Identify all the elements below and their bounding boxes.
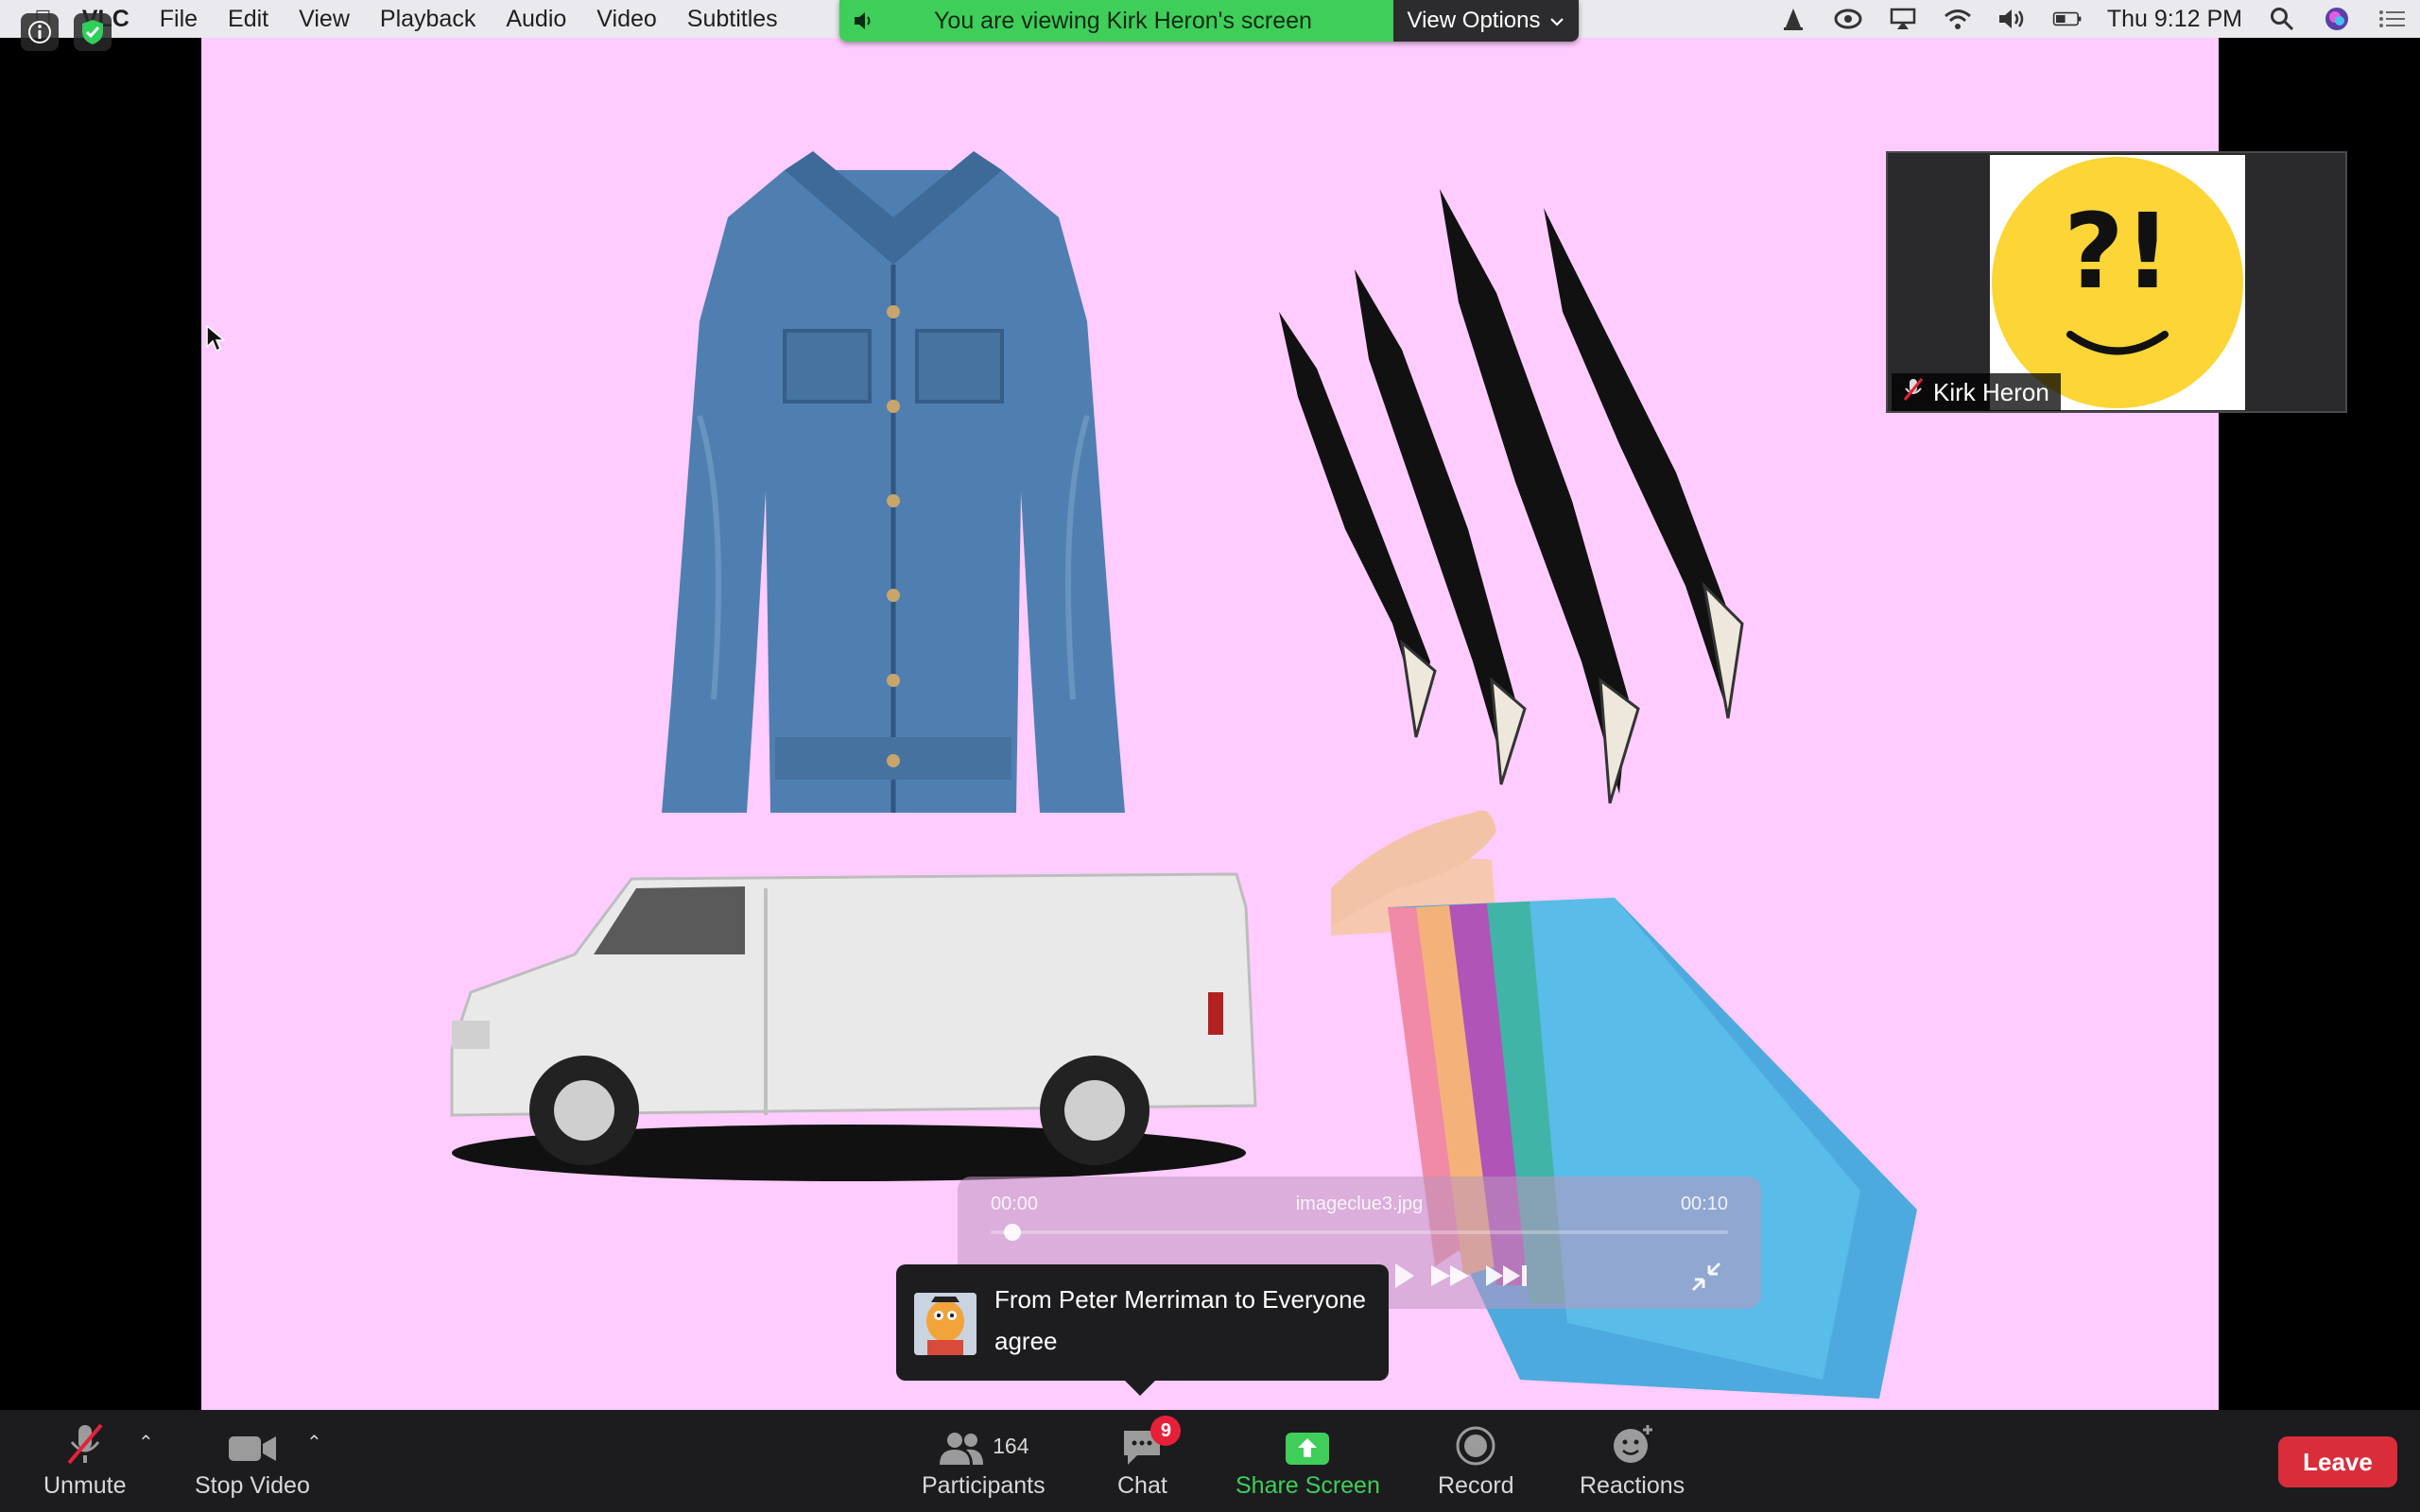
exit-fullscreen-icon[interactable] [1689,1260,1723,1299]
chat-notification-pointer [1125,1381,1155,1396]
fast-forward-icon[interactable] [1429,1260,1475,1297]
record-label: Record [1438,1472,1514,1499]
encryption-shield-icon[interactable] [74,13,112,51]
chat-unread-badge: 9 [1150,1416,1182,1446]
share-screen-label: Share Screen [1236,1472,1380,1499]
record-icon [1455,1421,1496,1467]
participants-icon [940,1433,984,1465]
menu-audio[interactable]: Audio [491,6,581,33]
siri-icon[interactable] [2322,6,2352,32]
participant-name: Kirk Heron [1933,377,2049,406]
share-banner-text: You are viewing Kirk Heron's screen [934,7,1312,34]
menu-edit[interactable]: Edit [213,6,284,33]
chat-button[interactable]: 9 Chat [1117,1416,1182,1500]
chat-icon: 9 [1120,1416,1182,1467]
share-screen-button[interactable]: Share Screen [1236,1421,1380,1500]
denim-jacket-image [643,132,1144,846]
participants-label: Participants [922,1472,1046,1499]
battery-icon[interactable] [2052,6,2083,32]
creative-cloud-icon[interactable] [1833,6,1863,32]
menu-left:  VLC File Edit View Playback Audio Vide… [0,6,793,33]
view-options-button[interactable]: View Options [1393,0,1579,42]
speaker-icon [839,10,890,31]
skip-next-icon[interactable] [1484,1260,1533,1297]
share-screen-icon [1284,1421,1331,1467]
participant-name-tag: Kirk Heron [1892,373,2061,411]
chat-notification[interactable]: From Peter Merriman to Everyone agree [896,1264,1389,1396]
reactions-smiley-icon [1610,1421,1655,1467]
player-seek-knob[interactable] [1004,1224,1022,1241]
player-seek-bar[interactable] [991,1230,1728,1234]
claw-marks-image [1260,132,1789,817]
spotlight-search-icon[interactable] [2267,6,2297,32]
leave-button[interactable]: Leave [2278,1436,2397,1487]
control-center-icon[interactable] [2377,6,2407,32]
menu-status-area: Thu 9:12 PM [1778,0,2407,38]
participants-count: 164 [993,1434,1029,1458]
unmute-button[interactable]: Unmute [43,1421,127,1500]
video-camera-icon [227,1421,278,1467]
volume-icon[interactable] [1997,6,2028,32]
sender-avatar [914,1293,977,1355]
record-button[interactable]: Record [1438,1421,1514,1500]
menu-subtitles[interactable]: Subtitles [672,6,793,33]
menu-file[interactable]: File [145,6,213,33]
meeting-info-icons [21,13,112,51]
chat-label: Chat [1117,1472,1167,1499]
participant-avatar: ?! [1990,155,2245,410]
player-total-time: 00:10 [1680,1194,1728,1214]
menu-clock[interactable]: Thu 9:12 PM [2107,6,2242,33]
audio-options-caret-icon[interactable]: ⌃ [138,1431,154,1454]
menu-view[interactable]: View [284,6,365,33]
vlc-cone-icon[interactable] [1778,6,1808,32]
wifi-icon[interactable] [1943,6,1973,32]
player-transport [1388,1260,1533,1297]
share-banner: You are viewing Kirk Heron's screen View… [839,0,1579,42]
video-options-caret-icon[interactable]: ⌃ [306,1431,322,1454]
chat-sender-line: From Peter Merriman to Everyone [994,1285,1367,1314]
airplay-icon[interactable] [1888,6,1918,32]
participants-button[interactable]: 164 Participants [922,1421,1046,1500]
screen:  VLC File Edit View Playback Audio Vide… [0,0,2420,1512]
muted-mic-icon [1903,377,1924,408]
view-options-label: View Options [1407,8,1541,33]
chat-message: agree [994,1327,1058,1355]
stop-video-button[interactable]: Stop Video [195,1421,310,1500]
avatar-text: ?! [2064,191,2171,312]
meeting-toolbar: Unmute ⌃ Stop Video ⌃ 164 Participants 9… [0,1410,2420,1512]
play-icon[interactable] [1388,1260,1420,1297]
muted-microphone-icon [63,1421,107,1467]
reactions-button[interactable]: Reactions [1580,1421,1685,1500]
white-van-image [433,850,1265,1195]
participants-icon-group: 164 [938,1421,1029,1467]
menu-playback[interactable]: Playback [365,6,491,33]
stop-video-label: Stop Video [195,1472,310,1499]
participant-video-thumbnail[interactable]: ?! Kirk Heron [1886,151,2347,413]
share-banner-status: You are viewing Kirk Heron's screen [839,0,1393,42]
info-icon[interactable] [21,13,59,51]
mouse-cursor [205,324,227,357]
chevron-down-icon [1549,8,1564,34]
menu-video[interactable]: Video [581,6,672,33]
reactions-label: Reactions [1580,1472,1685,1499]
player-file-name: imageclue3.jpg [1295,1194,1424,1214]
tissue-paper-image [1331,794,1917,1410]
unmute-label: Unmute [43,1472,127,1499]
